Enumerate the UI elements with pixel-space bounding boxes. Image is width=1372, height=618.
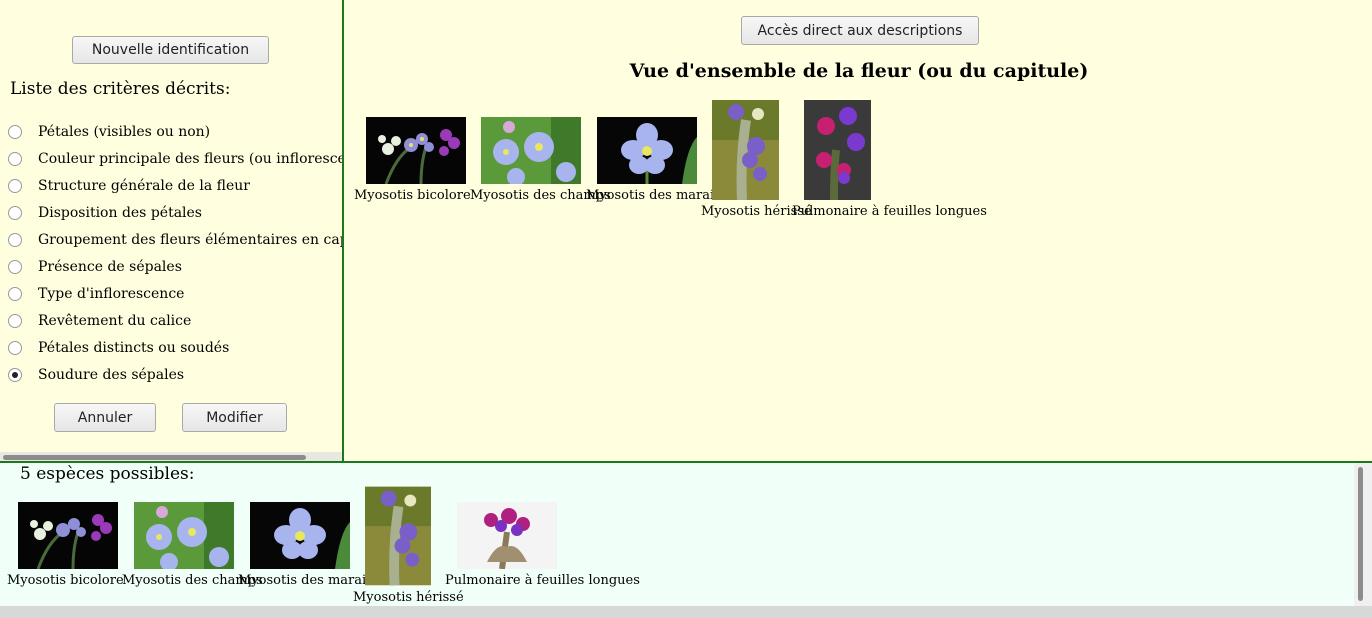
species-thumb-myosotis-bicolore[interactable] (18, 502, 118, 569)
species-image-myosotis-des-marais[interactable] (597, 117, 697, 184)
species-thumb-myosotis-des-marais[interactable] (250, 502, 350, 569)
cancel-button[interactable]: Annuler (54, 403, 156, 432)
flower-overview-panel: Accès direct aux descriptions Vue d'ense… (344, 0, 1372, 461)
criterion-flower-structure[interactable]: Structure générale de la fleur (8, 176, 250, 196)
criterion-label: Revêtement du calice (38, 313, 192, 329)
criterion-label: Présence de sépales (38, 259, 182, 275)
criteria-list-title: Liste des critères décrits: (10, 79, 231, 99)
criterion-label: Structure générale de la fleur (38, 178, 250, 194)
radio-button[interactable] (8, 341, 22, 355)
species-image-myosotis-bicolore[interactable] (366, 117, 466, 184)
modify-button[interactable]: Modifier (182, 403, 287, 432)
scrollbar-thumb[interactable] (3, 455, 306, 460)
radio-button[interactable] (8, 179, 22, 193)
radio-button[interactable] (8, 287, 22, 301)
criterion-label: Type d'inflorescence (38, 286, 185, 302)
possible-species-panel: 5 espèces possibles: Myosotis bicolore M… (0, 463, 1372, 618)
criterion-sepals-fused[interactable]: Soudure des sépales (8, 365, 184, 385)
radio-button[interactable] (8, 125, 22, 139)
species-thumb-myosotis-des-champs[interactable] (134, 502, 234, 569)
criterion-label: Pétales (visibles ou non) (38, 124, 211, 140)
criterion-petal-arrangement[interactable]: Disposition des pétales (8, 203, 202, 223)
species-image-pulmonaire[interactable] (804, 100, 871, 200)
species-image-label: Pulmonaire à feuilles longues (792, 204, 987, 219)
radio-button[interactable] (8, 152, 22, 166)
direct-descriptions-button[interactable]: Accès direct aux descriptions (741, 16, 979, 45)
radio-button-selected[interactable] (8, 368, 22, 382)
criterion-label: Groupement des fleurs élémentaires en ca… (38, 232, 342, 248)
species-image-myosotis-herisse[interactable] (712, 100, 779, 200)
criterion-petals-visible[interactable]: Pétales (visibles ou non) (8, 122, 210, 142)
radio-button[interactable] (8, 206, 22, 220)
radio-button[interactable] (8, 260, 22, 274)
species-thumb-pulmonaire[interactable] (457, 502, 557, 569)
new-identification-button[interactable]: Nouvelle identification (72, 36, 269, 64)
radio-button[interactable] (8, 233, 22, 247)
criterion-label: Disposition des pétales (38, 205, 202, 221)
view-title: Vue d'ensemble de la fleur (ou du capitu… (629, 60, 1089, 82)
criterion-inflorescence-type[interactable]: Type d'inflorescence (8, 284, 184, 304)
criterion-sepals-presence[interactable]: Présence de sépales (8, 257, 182, 277)
horizontal-scrollbar[interactable] (0, 606, 1372, 618)
species-image-label: Myosotis bicolore (354, 188, 471, 203)
species-thumb-label: Pulmonaire à feuilles longues (445, 573, 640, 588)
radio-button[interactable] (8, 314, 22, 328)
species-thumb-myosotis-herisse[interactable] (365, 486, 431, 586)
species-thumb-label: Myosotis bicolore (7, 573, 124, 588)
species-image-myosotis-des-champs[interactable] (481, 117, 581, 184)
species-count: 5 espèces possibles: (20, 464, 195, 484)
species-thumb-label: Myosotis hérissé (353, 590, 464, 605)
criterion-petals-fused[interactable]: Pétales distincts ou soudés (8, 338, 229, 358)
species-image-label: Myosotis des marais (586, 188, 721, 203)
criterion-main-color[interactable]: Couleur principale des fleurs (ou inflor… (8, 149, 342, 169)
criterion-calyx-covering[interactable]: Revêtement du calice (8, 311, 191, 331)
criterion-label: Couleur principale des fleurs (ou inflor… (38, 151, 342, 167)
criterion-flower-grouping[interactable]: Groupement des fleurs élémentaires en ca… (8, 230, 342, 250)
criterion-label: Pétales distincts ou soudés (38, 340, 230, 356)
criteria-panel: Nouvelle identification Liste des critèr… (0, 0, 342, 462)
vertical-scrollbar[interactable] (1354, 463, 1372, 606)
scrollbar-thumb[interactable] (1358, 467, 1363, 601)
criterion-label: Soudure des sépales (38, 367, 185, 383)
species-thumb-label: Myosotis des marais (238, 573, 373, 588)
